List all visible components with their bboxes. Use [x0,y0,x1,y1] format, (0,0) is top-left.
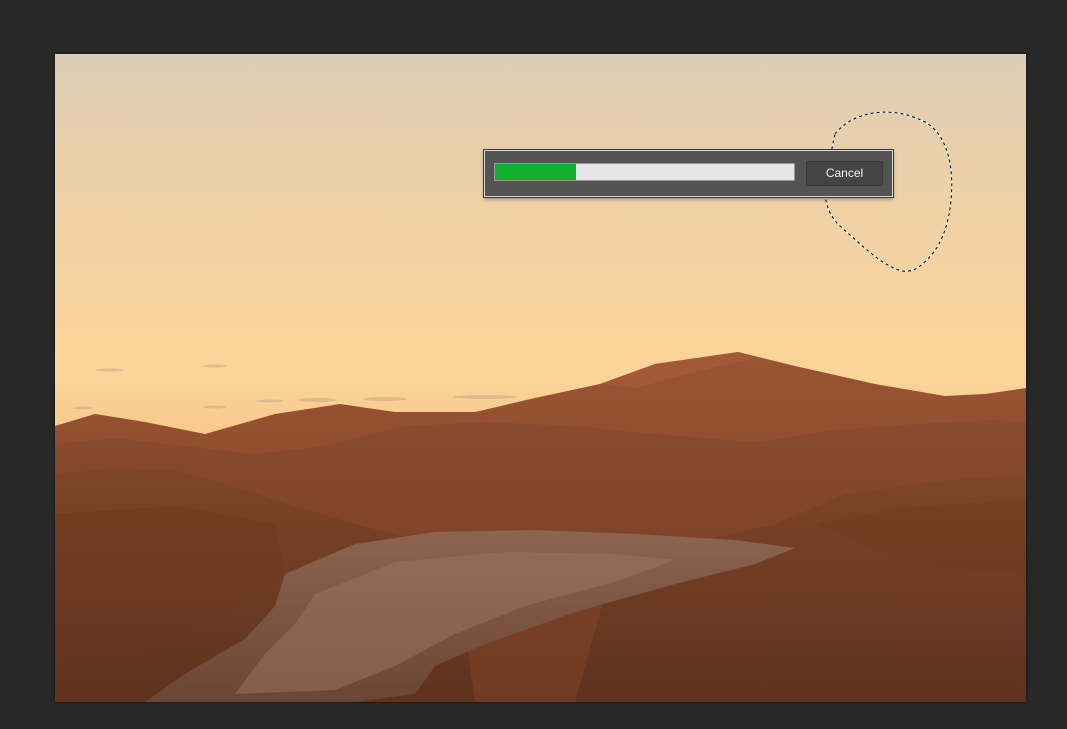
progress-bar-fill [495,164,576,180]
cancel-button[interactable]: Cancel [806,161,883,186]
progress-dialog: Cancel [484,150,893,197]
progress-bar [494,163,795,181]
workspace-pasteboard[interactable]: Cancel [0,0,1067,729]
